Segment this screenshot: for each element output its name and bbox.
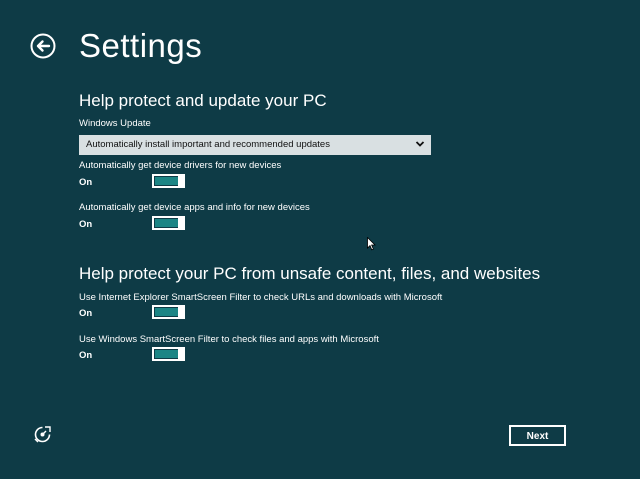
next-button[interactable]: Next (509, 425, 566, 446)
ease-of-access-button[interactable] (33, 425, 52, 444)
mouse-cursor-icon (367, 237, 376, 251)
windows-update-dropdown[interactable]: Automatically install important and reco… (79, 135, 431, 155)
toggle-fill (155, 177, 178, 185)
windows-update-selected-value: Automatically install important and reco… (86, 139, 330, 150)
win-smartscreen-label: Use Windows SmartScreen Filter to check … (79, 334, 379, 345)
page-title: Settings (79, 27, 203, 64)
device-drivers-state: On (79, 177, 93, 188)
toggle-thumb (178, 347, 185, 361)
toggle-thumb (178, 216, 185, 230)
ease-of-access-icon (34, 426, 51, 443)
ie-smartscreen-toggle[interactable] (152, 305, 185, 319)
device-apps-state: On (79, 219, 93, 230)
toggle-fill (155, 350, 178, 358)
toggle-fill (155, 308, 178, 316)
back-arrow-icon (30, 33, 56, 59)
chevron-down-icon (415, 141, 425, 147)
win-smartscreen-state: On (79, 350, 93, 361)
section-title-safety: Help protect your PC from unsafe content… (79, 264, 541, 283)
toggle-fill (155, 219, 178, 227)
device-drivers-toggle[interactable] (152, 174, 185, 188)
toggle-thumb (178, 174, 185, 188)
back-button[interactable] (30, 33, 56, 59)
toggle-thumb (178, 305, 185, 319)
device-apps-label: Automatically get device apps and info f… (79, 202, 310, 213)
section-title-update: Help protect and update your PC (79, 91, 327, 110)
ie-smartscreen-state: On (79, 308, 93, 319)
win-smartscreen-toggle[interactable] (152, 347, 185, 361)
device-drivers-label: Automatically get device drivers for new… (79, 160, 282, 171)
ie-smartscreen-label: Use Internet Explorer SmartScreen Filter… (79, 292, 443, 303)
windows-update-label: Windows Update (79, 118, 151, 129)
device-apps-toggle[interactable] (152, 216, 185, 230)
